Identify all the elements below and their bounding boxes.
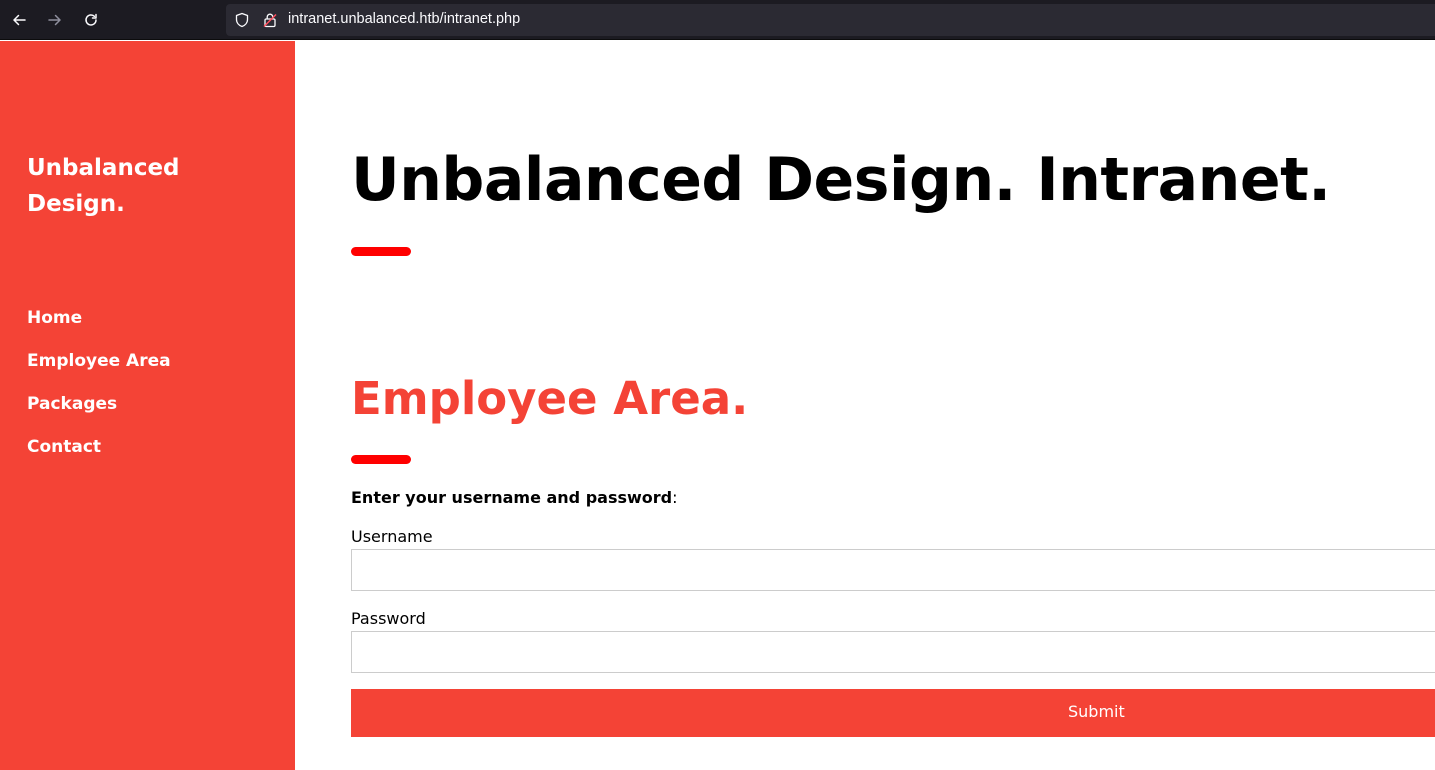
instruction-colon: : xyxy=(672,488,678,507)
submit-button[interactable]: Submit xyxy=(351,689,1435,737)
arrow-left-icon xyxy=(13,14,26,26)
brand-line-2: Design. xyxy=(27,191,125,217)
instruction-text: Enter your username and password xyxy=(351,488,673,507)
sidebar-item-contact: Contact xyxy=(27,434,171,477)
reload-button[interactable] xyxy=(79,8,103,32)
nav-link-contact[interactable]: Contact xyxy=(27,434,101,460)
title-underline xyxy=(351,247,411,256)
section-underline xyxy=(351,455,411,464)
password-input[interactable] xyxy=(351,631,1435,673)
section-title: Employee Area. xyxy=(351,372,749,425)
password-label: Password xyxy=(351,609,426,628)
submit-label: Submit xyxy=(1068,702,1125,721)
login-instruction: Enter your username and password: xyxy=(351,486,678,510)
url-bar[interactable]: intranet.unbalanced.htb/intranet.php xyxy=(226,4,1435,36)
back-button[interactable] xyxy=(7,8,31,32)
arrow-right-icon xyxy=(48,14,61,26)
url-text[interactable]: intranet.unbalanced.htb/intranet.php xyxy=(288,11,520,27)
nav-link-employee-area[interactable]: Employee Area xyxy=(27,348,171,374)
shield-icon[interactable] xyxy=(234,12,250,28)
sidebar-item-employee-area: Employee Area xyxy=(27,348,171,391)
forward-button[interactable] xyxy=(43,8,67,32)
lock-icon[interactable] xyxy=(262,12,278,28)
sidebar-nav: Home Employee Area Packages Contact xyxy=(27,305,171,477)
page-title: Unbalanced Design. Intranet. xyxy=(351,145,1331,215)
browser-toolbar: intranet.unbalanced.htb/intranet.php xyxy=(0,0,1435,40)
main-content: Unbalanced Design. Intranet. Employee Ar… xyxy=(351,41,1435,770)
reload-icon xyxy=(85,13,97,26)
sidebar: Unbalanced Design. Home Employee Area Pa… xyxy=(0,41,295,770)
sidebar-item-home: Home xyxy=(27,305,171,348)
username-label: Username xyxy=(351,527,433,546)
nav-link-home[interactable]: Home xyxy=(27,305,82,331)
username-input[interactable] xyxy=(351,549,1435,591)
brand-logo[interactable]: Unbalanced Design. xyxy=(27,150,267,222)
nav-link-packages[interactable]: Packages xyxy=(27,391,117,417)
sidebar-item-packages: Packages xyxy=(27,391,171,434)
brand-line-1: Unbalanced xyxy=(27,155,180,181)
